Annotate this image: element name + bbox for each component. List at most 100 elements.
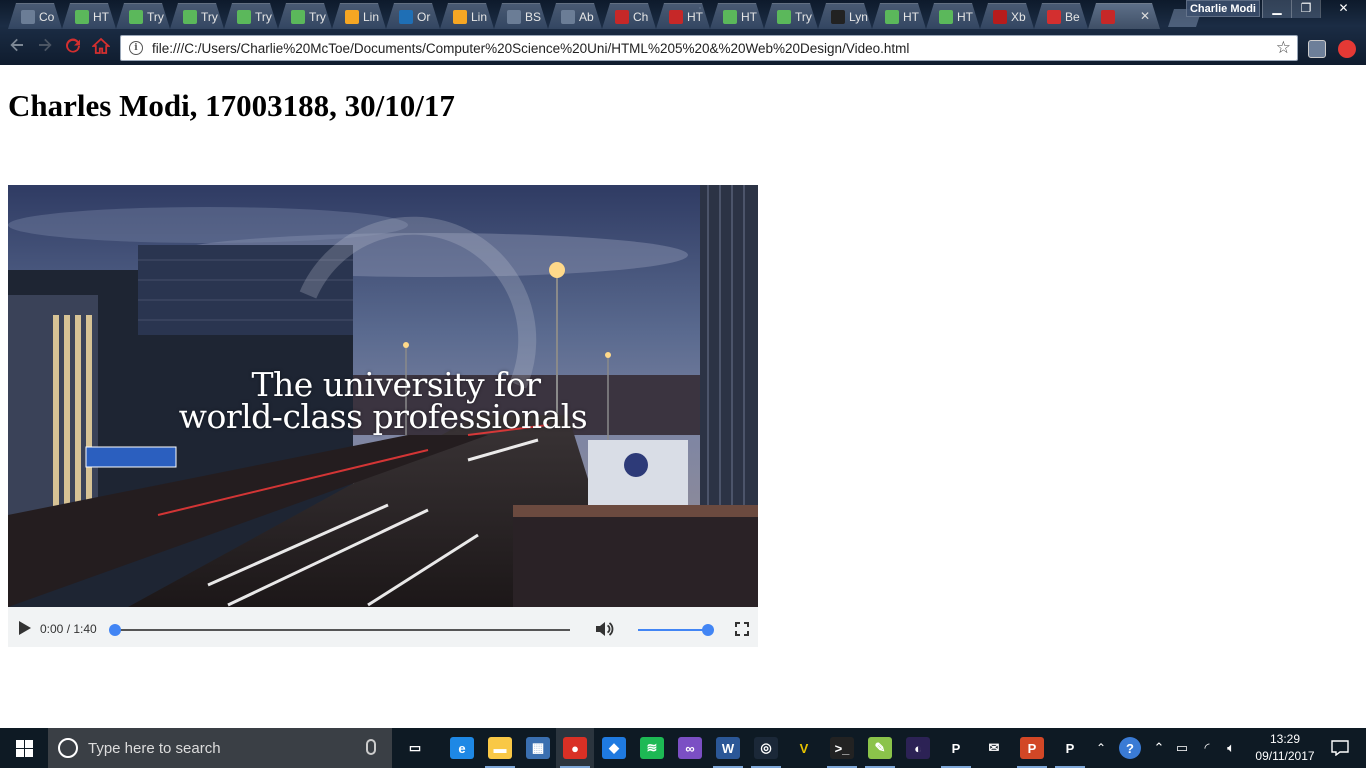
browser-tab[interactable]: Lyn — [818, 3, 872, 29]
overflow-chevron-icon[interactable]: ⌃ — [1094, 728, 1108, 768]
tab-label: Try — [795, 9, 812, 24]
browser-tab[interactable]: Xb — [980, 3, 1034, 29]
browser-tab[interactable]: Try — [278, 3, 332, 29]
microphone-icon[interactable] — [366, 739, 376, 755]
close-tab-icon[interactable]: ✕ — [1140, 9, 1150, 23]
taskbar-app-steam[interactable]: ◎ — [747, 728, 785, 768]
taskbar-app-edge[interactable]: e — [443, 728, 481, 768]
extension-icon[interactable] — [1308, 40, 1326, 58]
forward-icon[interactable] — [34, 37, 56, 59]
volume-icon[interactable] — [594, 620, 614, 638]
home-icon[interactable] — [90, 37, 112, 59]
extension-upload-icon[interactable] — [1338, 40, 1356, 58]
w3schools-icon — [75, 10, 89, 24]
browser-tab[interactable]: Ab — [548, 3, 602, 29]
minimize-button[interactable]: ▁ — [1262, 0, 1291, 18]
grid-icon — [345, 10, 359, 24]
browser-tab[interactable]: HT — [656, 3, 710, 29]
browser-tab[interactable]: Co — [8, 3, 62, 29]
xbox-icon — [993, 10, 1007, 24]
wifi-icon[interactable]: ◜ — [1196, 728, 1218, 768]
battery-icon[interactable]: ▭ — [1172, 728, 1192, 768]
taskbar-app-task-view[interactable]: ▭ — [396, 728, 434, 768]
seek-thumb[interactable] — [109, 624, 121, 636]
taskbar-app-store[interactable]: ▦ — [519, 728, 557, 768]
browser-toolbar: i file:///C:/Users/Charlie%20McToe/Docum… — [0, 32, 1366, 63]
action-center-icon[interactable] — [1320, 728, 1360, 768]
taskbar-app-command-prompt[interactable]: >_ — [823, 728, 861, 768]
close-window-button[interactable]: ✕ — [1320, 0, 1366, 18]
dropbox-icon: ◆ — [602, 737, 626, 759]
taskbar-search-box[interactable]: Type here to search — [48, 728, 392, 768]
browser-tab[interactable]: Try — [764, 3, 818, 29]
volume-slider[interactable] — [638, 629, 710, 631]
tab-label: Try — [309, 9, 326, 24]
start-button[interactable] — [0, 728, 48, 768]
seek-bar[interactable] — [115, 629, 570, 631]
restore-button[interactable]: ❐ — [1291, 0, 1320, 18]
profile-button[interactable]: Charlie Modi — [1186, 0, 1260, 17]
settings-icon — [561, 10, 575, 24]
taskbar-app-chrome[interactable]: ● — [556, 728, 594, 768]
bookmark-star-icon[interactable]: ☆ — [1276, 38, 1291, 58]
taskbar-app-eclipse[interactable]: ◐ — [899, 728, 937, 768]
fullscreen-icon[interactable] — [735, 622, 749, 636]
browser-tab[interactable]: ✕ — [1088, 3, 1160, 29]
video-frame[interactable]: The university for world-class professio… — [8, 185, 758, 607]
tab-label: HT — [93, 9, 109, 24]
taskbar-app-processing-2[interactable]: P — [1051, 728, 1089, 768]
taskbar-app-notepad-plus-plus[interactable]: ✎ — [861, 728, 899, 768]
taskbar-app-mail[interactable]: ✉ — [975, 728, 1013, 768]
pdf-icon — [615, 10, 629, 24]
browser-tab[interactable]: Ch — [602, 3, 656, 29]
browser-tab[interactable]: HT — [872, 3, 926, 29]
browser-tab[interactable]: Try — [116, 3, 170, 29]
chrome-icon: ● — [563, 737, 587, 759]
windows-taskbar: Type here to search ▭ e ▬ ▦ ● ◆ ≋ ∞ W ◎ V >_ ✎ ◐ P ✉ P P … — [0, 728, 1366, 768]
w3schools-icon — [237, 10, 251, 24]
browser-chrome: Co HT Try Try Try Try Lin Or Lin BS Ab Ch HT HT Try Lyn… — [0, 0, 1366, 65]
tab-label: Lyn — [849, 9, 868, 24]
speaker-icon[interactable]: 🔈︎ — [1220, 728, 1242, 768]
taskbar-app-file-explorer[interactable]: ▬ — [481, 728, 519, 768]
browser-tab[interactable]: BS — [494, 3, 548, 29]
help-icon[interactable]: ? — [1112, 728, 1148, 768]
browser-tab[interactable]: Lin — [332, 3, 386, 29]
browser-tab[interactable]: Try — [224, 3, 278, 29]
browser-tab[interactable]: HT — [62, 3, 116, 29]
browser-tab[interactable]: Try — [170, 3, 224, 29]
file-explorer-icon: ▬ — [488, 737, 512, 759]
reload-icon[interactable] — [62, 37, 84, 59]
play-icon[interactable] — [19, 621, 31, 635]
taskbar-app-visual-studio[interactable]: ∞ — [671, 728, 709, 768]
taskbar-app-processing[interactable]: P — [937, 728, 975, 768]
browser-tab[interactable]: Lin — [440, 3, 494, 29]
browser-tab[interactable]: Or — [386, 3, 440, 29]
taskbar-app-powerpoint[interactable]: P — [1013, 728, 1051, 768]
browser-tab[interactable]: HT — [926, 3, 980, 29]
address-bar[interactable]: i file:///C:/Users/Charlie%20McToe/Docum… — [120, 35, 1298, 61]
lynda-icon — [831, 10, 845, 24]
browser-tab[interactable]: HT — [710, 3, 764, 29]
tab-strip: Co HT Try Try Try Try Lin Or Lin BS Ab Ch HT HT Try Lyn… — [8, 3, 1202, 29]
taskbar-app-word[interactable]: W — [709, 728, 747, 768]
back-icon[interactable] — [6, 37, 28, 59]
volume-thumb[interactable] — [702, 624, 714, 636]
show-hidden-icons-icon[interactable]: ⌃ — [1150, 728, 1168, 768]
taskbar-app-spotify[interactable]: ≋ — [633, 728, 671, 768]
taskbar-app-vectorworks[interactable]: V — [785, 728, 823, 768]
taskbar-app-dropbox[interactable]: ◆ — [595, 728, 633, 768]
tab-label: Try — [147, 9, 164, 24]
system-clock[interactable]: 13:29 09/11/2017 — [1254, 731, 1316, 765]
browser-tab[interactable]: Be — [1034, 3, 1088, 29]
search-placeholder: Type here to search — [88, 739, 221, 757]
processing-icon: P — [951, 740, 961, 756]
info-icon[interactable]: i — [129, 41, 143, 55]
video-overlay-line2: world-class professionals — [178, 397, 588, 436]
tab-label: HT — [957, 9, 973, 24]
command-prompt-icon: >_ — [830, 737, 854, 759]
video-player[interactable]: The university for world-class professio… — [8, 185, 758, 647]
grid-icon — [453, 10, 467, 24]
tab-label: Co — [39, 9, 55, 24]
url-text[interactable]: file:///C:/Users/Charlie%20McToe/Documen… — [152, 41, 909, 56]
